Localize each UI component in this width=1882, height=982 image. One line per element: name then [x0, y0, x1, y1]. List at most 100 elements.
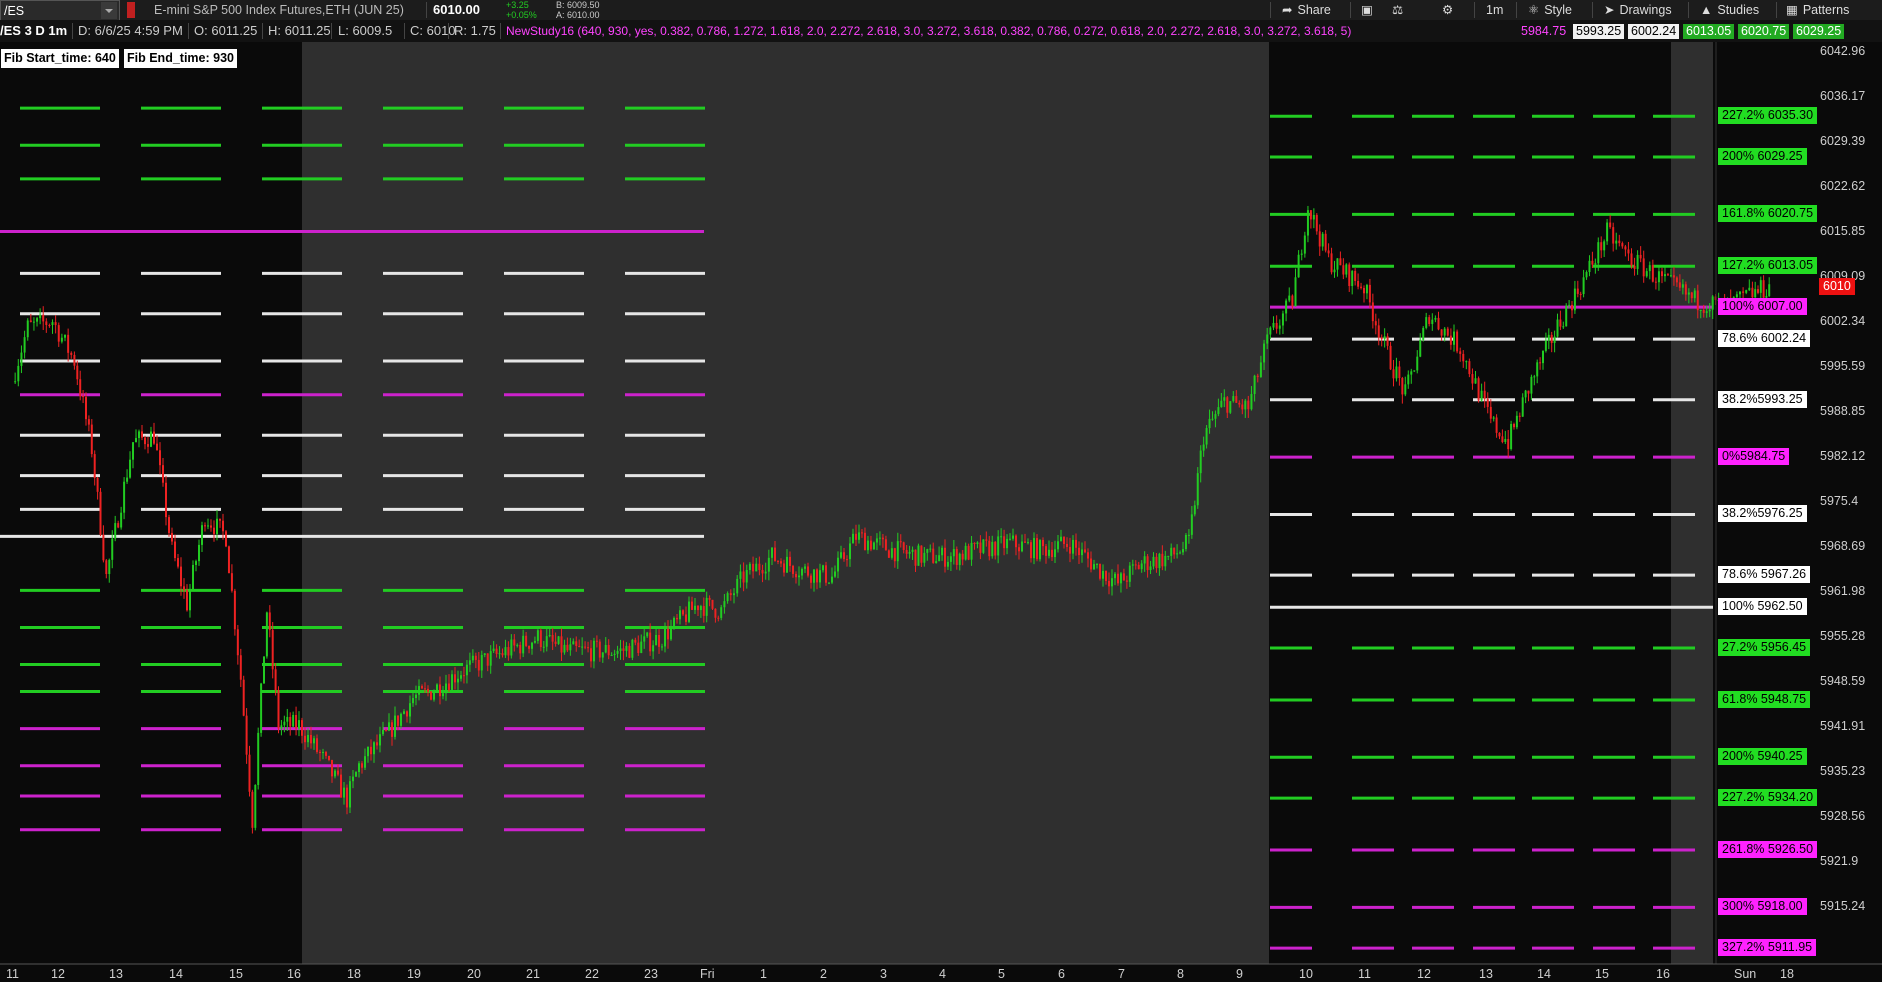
candle-body [1108, 580, 1110, 587]
candle-body [242, 679, 245, 716]
candle-body [1048, 549, 1050, 556]
candle-body [1306, 210, 1309, 236]
candle-body [902, 542, 905, 550]
gear-icon[interactable]: ⚙ [1442, 0, 1453, 20]
candle-body [563, 644, 566, 653]
candle-body [1250, 394, 1253, 410]
candle-body [370, 746, 372, 755]
candle-body [1742, 291, 1745, 293]
candle-body [26, 320, 29, 338]
candle-body [575, 641, 578, 646]
price-chart[interactable] [0, 0, 1882, 982]
candle-body [807, 566, 809, 576]
study-parameters[interactable]: NewStudy16 (640, 930, yes, 0.382, 0.786,… [506, 20, 1351, 42]
link-icon[interactable]: ▣ [1361, 0, 1373, 20]
candle-body [1184, 534, 1187, 550]
candle-body [1057, 541, 1059, 550]
candle-body [1045, 546, 1047, 556]
candle-body [355, 772, 357, 777]
candle-body [705, 597, 708, 616]
candle-body [388, 722, 390, 731]
candle-body [869, 540, 872, 550]
fib-level-label: 78.6% 6002.24 [1718, 330, 1811, 348]
candle-body [454, 674, 456, 683]
candle-body [631, 639, 634, 658]
share-button[interactable]: ➦ Share [1282, 0, 1331, 20]
candle-body [1591, 260, 1594, 265]
candle-body [439, 684, 441, 697]
fib-level-label: 27.2% 5956.45 [1718, 639, 1811, 656]
y-tick-label: 5915.24 [1820, 898, 1866, 913]
x-tick-label: 11 [6, 967, 19, 981]
candle-body [451, 674, 453, 690]
candle-body [560, 636, 563, 653]
candle-body [1621, 243, 1624, 247]
candle-body [225, 531, 227, 547]
candle-body [717, 617, 720, 619]
candle-body [1751, 287, 1754, 298]
symbol-text[interactable]: /ES [4, 1, 24, 21]
chevron-down-icon[interactable] [101, 2, 117, 19]
candle-body [465, 664, 468, 676]
x-tick-label: 14 [1537, 967, 1551, 981]
drawings-button[interactable]: ➤ Drawings [1604, 0, 1672, 20]
patterns-button[interactable]: ▦ Patterns [1786, 0, 1849, 20]
candle-body [1663, 274, 1666, 277]
style-button[interactable]: ⚛ Style [1528, 0, 1572, 20]
session-shade-2 [1671, 42, 1713, 964]
candle-body [1303, 235, 1306, 254]
flag-icon[interactable] [127, 2, 135, 18]
candle-body [742, 571, 745, 583]
candle-body [846, 559, 848, 561]
candle-body [111, 538, 114, 560]
candle-body [1131, 564, 1134, 566]
flask-icon[interactable]: ⚖ [1392, 0, 1403, 20]
candle-body [1018, 547, 1020, 552]
x-tick-label: 9 [1236, 967, 1243, 981]
candle-body [1410, 371, 1413, 375]
candle-body [85, 397, 87, 420]
candle-body [581, 646, 584, 648]
candle-body [507, 647, 510, 656]
candle-body [711, 599, 714, 609]
candle-body [1550, 334, 1553, 343]
fib-level-label: 100% 5962.50 [1718, 598, 1807, 616]
candle-body [1360, 286, 1363, 288]
timeframe-button[interactable]: 1m [1486, 0, 1503, 20]
candle-body [884, 539, 887, 551]
candle-body [1039, 540, 1041, 560]
studies-button[interactable]: ▲ Studies [1700, 0, 1759, 20]
fib-end-tag: Fib End_time: 930 [124, 49, 237, 68]
symbol-selector[interactable]: /ES [0, 0, 120, 21]
candle-body [1105, 570, 1107, 581]
candle-body [849, 543, 851, 560]
candle-body [777, 560, 779, 562]
candle-body [1281, 313, 1284, 326]
last-price: 6010.00 [433, 2, 480, 17]
candle-body [1087, 552, 1089, 559]
candle-body [334, 770, 336, 777]
candle-body [607, 644, 610, 656]
fib-level-label: 127.2% 6013.05 [1718, 257, 1818, 275]
candle-body [45, 321, 48, 325]
study-value: 6029.25 [1793, 24, 1845, 39]
candle-body [373, 742, 375, 755]
candle-body [613, 653, 616, 655]
candle-body [159, 450, 161, 466]
candle-body [313, 738, 315, 744]
candle-body [572, 641, 575, 645]
candle-body [1465, 361, 1468, 363]
candle-body [917, 545, 920, 566]
candle-body [513, 639, 516, 646]
candle-body [643, 636, 646, 642]
candle-body [219, 518, 221, 521]
candle-body [1114, 573, 1116, 579]
y-tick-label: 6022.62 [1820, 178, 1866, 193]
candle-body [168, 517, 170, 533]
y-tick-label: 6036.17 [1820, 88, 1866, 103]
study-value: 5984.75 [1518, 24, 1570, 39]
fib-level-label: 38.2%5993.25 [1718, 390, 1807, 408]
candle-body [162, 465, 164, 483]
candle-body [1437, 317, 1440, 330]
candle-body [222, 520, 224, 532]
